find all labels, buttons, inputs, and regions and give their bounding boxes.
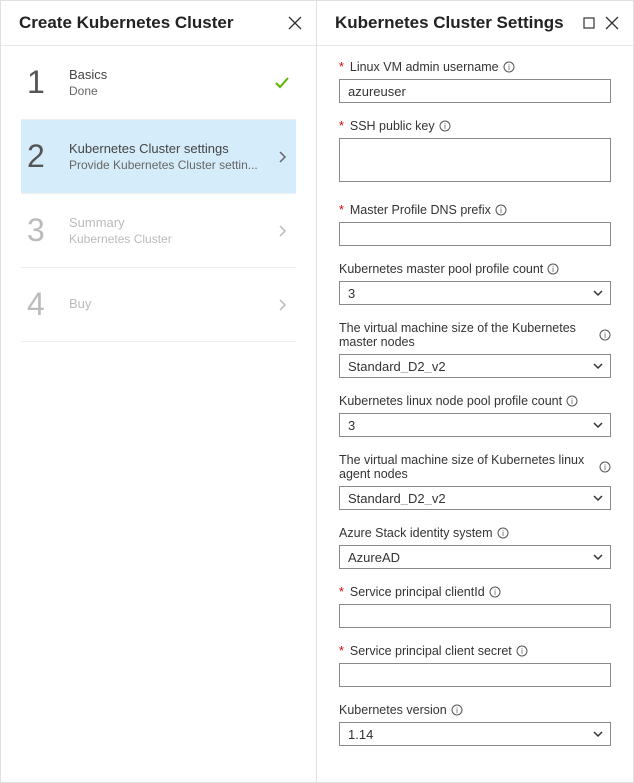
step-title: Basics bbox=[69, 67, 274, 82]
right-title: Kubernetes Cluster Settings bbox=[335, 13, 564, 33]
node-size-select[interactable]: Standard_D2_v2 bbox=[339, 486, 611, 510]
left-title: Create Kubernetes Cluster bbox=[19, 13, 233, 33]
maximize-icon bbox=[583, 17, 595, 29]
info-icon[interactable]: i bbox=[495, 204, 507, 216]
required-marker: * bbox=[339, 203, 344, 217]
svg-text:i: i bbox=[604, 331, 606, 340]
sp-clientid-input[interactable] bbox=[339, 604, 611, 628]
checkmark-icon bbox=[274, 75, 290, 91]
info-icon[interactable]: i bbox=[516, 645, 528, 657]
svg-text:i: i bbox=[604, 463, 606, 472]
info-icon[interactable]: i bbox=[547, 263, 559, 275]
dns-prefix-label: Master Profile DNS prefix bbox=[350, 203, 491, 217]
master-count-label: Kubernetes master pool profile count bbox=[339, 262, 543, 276]
info-icon[interactable]: i bbox=[451, 704, 463, 716]
wizard-step-buy[interactable]: 4 Buy bbox=[21, 268, 296, 342]
wizard-step-basics[interactable]: 1 Basics Done bbox=[21, 46, 296, 120]
svg-text:i: i bbox=[500, 206, 502, 215]
close-left-button[interactable] bbox=[288, 16, 302, 30]
ssh-key-label: SSH public key bbox=[350, 119, 435, 133]
sp-clientid-label: Service principal clientId bbox=[350, 585, 485, 599]
svg-text:i: i bbox=[521, 647, 523, 656]
master-count-select[interactable]: 3 bbox=[339, 281, 611, 305]
settings-panel: Kubernetes Cluster Settings * Linux VM ad… bbox=[317, 1, 633, 782]
settings-form: * Linux VM admin username i * SSH public ke… bbox=[317, 46, 633, 781]
step-title: Summary bbox=[69, 215, 274, 230]
master-size-label: The virtual machine size of the Kubernet… bbox=[339, 321, 595, 349]
svg-text:i: i bbox=[571, 397, 573, 406]
svg-text:i: i bbox=[456, 706, 458, 715]
sp-secret-label: Service principal client secret bbox=[350, 644, 512, 658]
wizard-step-settings[interactable]: 2 Kubernetes Cluster settings Provide Ku… bbox=[21, 120, 296, 194]
close-icon bbox=[288, 16, 302, 30]
step-number: 1 bbox=[27, 64, 63, 101]
wizard-panel: Create Kubernetes Cluster 1 Basics Done … bbox=[1, 1, 317, 782]
step-number: 2 bbox=[27, 138, 63, 175]
maximize-button[interactable] bbox=[583, 17, 595, 29]
node-count-label: Kubernetes linux node pool profile count bbox=[339, 394, 562, 408]
admin-user-label: Linux VM admin username bbox=[350, 60, 499, 74]
step-title: Buy bbox=[69, 296, 274, 311]
left-header: Create Kubernetes Cluster bbox=[1, 1, 316, 46]
svg-text:i: i bbox=[502, 529, 504, 538]
master-size-select[interactable]: Standard_D2_v2 bbox=[339, 354, 611, 378]
required-marker: * bbox=[339, 644, 344, 658]
step-subtitle: Provide Kubernetes Cluster settin... bbox=[69, 158, 274, 172]
wizard-steps: 1 Basics Done 2 Kubernetes Cluster setti… bbox=[1, 46, 316, 342]
required-marker: * bbox=[339, 60, 344, 74]
close-icon bbox=[605, 16, 619, 30]
info-icon[interactable]: i bbox=[497, 527, 509, 539]
node-size-label: The virtual machine size of Kubernetes l… bbox=[339, 453, 595, 481]
wizard-step-summary[interactable]: 3 Summary Kubernetes Cluster bbox=[21, 194, 296, 268]
step-subtitle: Kubernetes Cluster bbox=[69, 232, 274, 246]
sp-secret-input[interactable] bbox=[339, 663, 611, 687]
admin-user-input[interactable] bbox=[339, 79, 611, 103]
k8s-version-label: Kubernetes version bbox=[339, 703, 447, 717]
info-icon[interactable]: i bbox=[599, 329, 611, 341]
svg-text:i: i bbox=[444, 122, 446, 131]
info-icon[interactable]: i bbox=[439, 120, 451, 132]
required-marker: * bbox=[339, 585, 344, 599]
required-marker: * bbox=[339, 119, 344, 133]
info-icon[interactable]: i bbox=[599, 461, 611, 473]
identity-select[interactable]: AzureAD bbox=[339, 545, 611, 569]
chevron-right-icon bbox=[274, 224, 290, 238]
chevron-right-icon bbox=[274, 298, 290, 312]
step-number: 4 bbox=[27, 286, 63, 323]
ssh-key-input[interactable] bbox=[339, 138, 611, 182]
info-icon[interactable]: i bbox=[489, 586, 501, 598]
svg-text:i: i bbox=[552, 265, 554, 274]
right-header: Kubernetes Cluster Settings bbox=[317, 1, 633, 46]
close-right-button[interactable] bbox=[605, 16, 619, 30]
info-icon[interactable]: i bbox=[566, 395, 578, 407]
step-subtitle: Done bbox=[69, 84, 274, 98]
step-title: Kubernetes Cluster settings bbox=[69, 141, 274, 156]
step-number: 3 bbox=[27, 212, 63, 249]
dns-prefix-input[interactable] bbox=[339, 222, 611, 246]
k8s-version-select[interactable]: 1.14 bbox=[339, 722, 611, 746]
info-icon[interactable]: i bbox=[503, 61, 515, 73]
svg-text:i: i bbox=[494, 588, 496, 597]
chevron-right-icon bbox=[274, 150, 290, 164]
svg-text:i: i bbox=[508, 63, 510, 72]
identity-label: Azure Stack identity system bbox=[339, 526, 493, 540]
node-count-select[interactable]: 3 bbox=[339, 413, 611, 437]
